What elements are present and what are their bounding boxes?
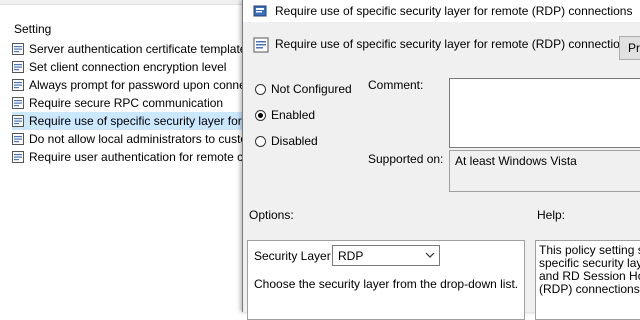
options-label: Options:	[249, 208, 294, 222]
policy-list-item[interactable]: Set client connection encryption level	[12, 58, 252, 76]
policy-item-label: Set client connection encryption level	[29, 60, 227, 74]
options-hint-text: Choose the security layer from the drop-…	[254, 277, 519, 291]
policy-setting-icon	[12, 79, 24, 91]
comment-label: Comment:	[368, 78, 424, 92]
setting-column-header[interactable]: Setting	[14, 22, 51, 36]
help-panel: This policy setting sp specific security…	[535, 240, 640, 320]
supported-on-value: At least Windows Vista	[449, 150, 640, 192]
policy-list: Server authentication certificate templa…	[12, 40, 252, 166]
comment-textarea[interactable]	[449, 78, 640, 148]
policy-dialog: Require use of specific security layer f…	[242, 0, 640, 320]
policy-list-item[interactable]: Server authentication certificate templa…	[12, 40, 252, 58]
security-layer-label: Security Layer	[254, 249, 331, 263]
policy-setting-icon	[253, 37, 269, 53]
radio-disabled[interactable]: Disabled	[255, 134, 318, 148]
help-label: Help:	[537, 208, 566, 222]
radio-circle[interactable]	[255, 109, 266, 121]
help-line: (RDP) connections.	[539, 282, 640, 296]
policy-list-item[interactable]: Require secure RPC communication	[12, 94, 252, 112]
gpo-app-icon	[253, 5, 267, 17]
dialog-titlebar[interactable]: Require use of specific security layer f…	[243, 0, 640, 22]
supported-on-label: Supported on:	[368, 152, 444, 166]
radio-label: Enabled	[271, 108, 316, 122]
radio-circle[interactable]	[255, 83, 266, 95]
policy-setting-icon	[12, 97, 24, 109]
dialog-title: Require use of specific security layer f…	[275, 4, 633, 18]
policy-setting-icon	[12, 43, 24, 55]
radio-enabled[interactable]: Enabled	[255, 108, 315, 122]
radio-circle[interactable]	[255, 135, 266, 147]
previous-setting-button[interactable]: Pre	[619, 36, 640, 60]
options-panel: Security Layer RDP Choose the security l…	[247, 240, 525, 320]
policy-setting-icon	[12, 133, 24, 145]
policy-item-label: Always prompt for password upon connect	[29, 78, 252, 92]
policy-setting-icon	[12, 115, 24, 127]
policy-list-item[interactable]: Require user authentication for remote c…	[12, 148, 252, 166]
policy-setting-icon	[12, 61, 24, 73]
radio-not-configured[interactable]: Not Configured	[255, 82, 352, 96]
policy-item-label: Require secure RPC communication	[29, 96, 224, 110]
security-layer-value: RDP	[338, 249, 364, 263]
policy-item-label: Do not allow local administrators to cus…	[29, 132, 252, 146]
policy-item-label: Require use of specific security layer f…	[29, 114, 252, 128]
policy-item-label: Require user authentication for remote c…	[29, 150, 252, 164]
security-layer-dropdown[interactable]: RDP	[332, 245, 440, 266]
policy-list-item[interactable]: Require use of specific security layer f…	[12, 112, 252, 130]
radio-label: Not Configured	[271, 82, 352, 96]
dialog-header-title: Require use of specific security layer f…	[275, 37, 633, 51]
policy-setting-icon	[12, 151, 24, 163]
policy-item-label: Server authentication certificate templa…	[29, 42, 247, 56]
policy-list-item[interactable]: Do not allow local administrators to cus…	[12, 130, 252, 148]
radio-label: Disabled	[271, 134, 318, 148]
chevron-down-icon	[425, 252, 435, 258]
policy-list-item[interactable]: Always prompt for password upon connect	[12, 76, 252, 94]
